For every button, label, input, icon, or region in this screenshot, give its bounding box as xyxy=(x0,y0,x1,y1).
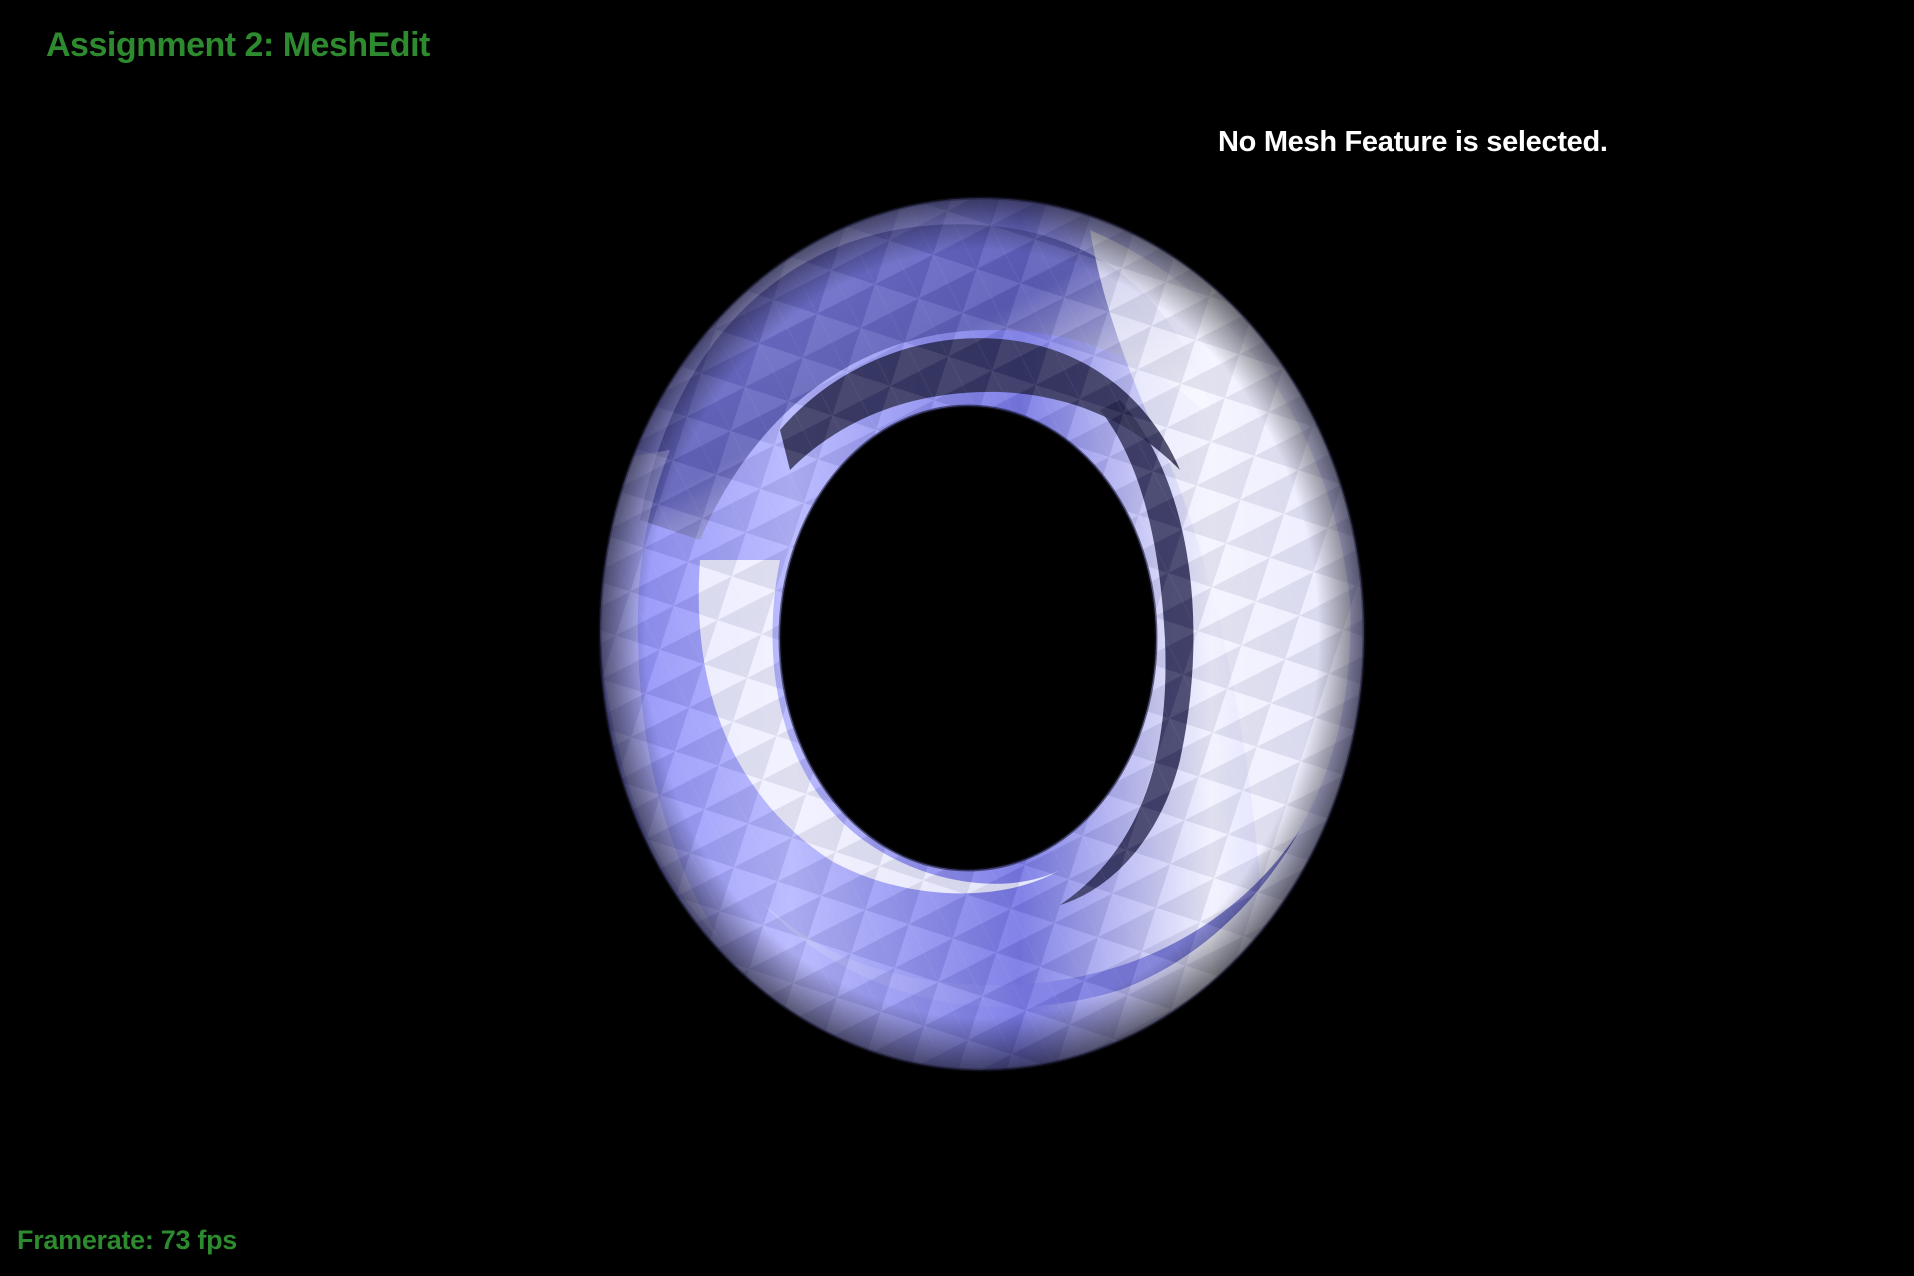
mesh-viewport[interactable]: Assignment 2: MeshEdit No Mesh Feature i… xyxy=(0,0,1914,1276)
selection-status: No Mesh Feature is selected. xyxy=(1218,126,1608,158)
torus-mesh[interactable] xyxy=(0,0,1914,1276)
framerate-readout: Framerate: 73 fps xyxy=(17,1225,237,1256)
framerate-value: 73 fps xyxy=(160,1225,238,1255)
app-title: Assignment 2: MeshEdit xyxy=(46,26,430,64)
framerate-label: Framerate: xyxy=(17,1225,154,1255)
